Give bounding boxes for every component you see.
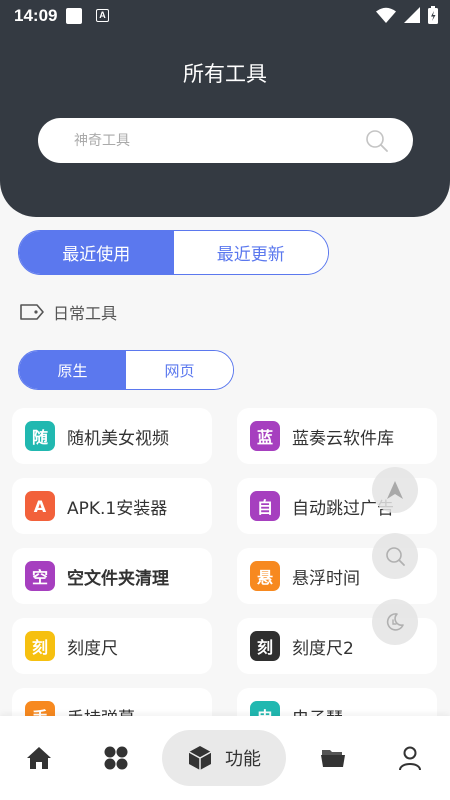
night-mode-float-button[interactable]	[372, 599, 418, 645]
tool-label: 刻度尺	[67, 638, 118, 659]
tool-label: 电子琴	[292, 704, 343, 717]
page-title: 所有工具	[183, 62, 267, 86]
tool-icon: 刻	[250, 631, 280, 661]
tool-icon: 悬	[250, 561, 280, 591]
navigation-icon	[387, 481, 403, 499]
home-icon	[27, 747, 51, 769]
nav-apps[interactable]	[93, 730, 139, 786]
tool-card-lanzou[interactable]: 蓝 蓝奏云软件库	[237, 408, 437, 464]
tool-card-handheld-barrage[interactable]: 手 手持弹幕	[12, 688, 212, 716]
notification-square-icon	[66, 8, 82, 24]
search-icon[interactable]	[365, 129, 389, 153]
section-header: 日常工具	[19, 300, 117, 324]
tool-icon: 自	[250, 491, 280, 521]
tool-card-ruler[interactable]: 刻 刻度尺	[12, 618, 212, 674]
apps-grid-icon	[104, 746, 128, 770]
cube-icon	[188, 746, 212, 770]
nav-files[interactable]	[310, 730, 356, 786]
search-input[interactable]	[74, 118, 354, 163]
bottom-nav: 功能	[0, 716, 450, 800]
tool-icon: 手	[25, 701, 55, 716]
section-title: 日常工具	[53, 304, 118, 323]
tool-icon: 随	[25, 421, 55, 451]
battery-icon	[428, 6, 438, 24]
tool-label: 蓝奏云软件库	[292, 428, 394, 449]
folder-icon	[321, 750, 345, 767]
tool-icon: 电	[250, 701, 280, 716]
nav-active-label: 功能	[225, 749, 261, 770]
search-icon	[386, 547, 405, 566]
search-bar[interactable]	[38, 118, 413, 163]
tab-recently-used[interactable]: 最近使用	[19, 231, 174, 274]
tool-label: 手持弹幕	[67, 704, 135, 717]
nav-profile[interactable]	[387, 730, 433, 786]
tool-icon: A	[25, 491, 55, 521]
tool-icon: 刻	[25, 631, 55, 661]
tool-type-tabs: 原生 网页	[18, 350, 234, 390]
tab-web[interactable]: 网页	[126, 351, 233, 389]
navigation-float-button[interactable]	[372, 467, 418, 513]
nav-home[interactable]	[16, 730, 62, 786]
header: 14:09 A 所有工具	[0, 0, 450, 217]
night-mode-icon	[386, 613, 404, 631]
tool-icon: 空	[25, 561, 55, 591]
user-icon	[399, 746, 421, 771]
signal-icon	[404, 7, 420, 23]
tool-card-apk-installer[interactable]: A APK.1安装器	[12, 478, 212, 534]
tool-icon: 蓝	[250, 421, 280, 451]
tool-label: 刻度尺2	[292, 638, 354, 659]
nav-functions[interactable]: 功能	[162, 730, 286, 786]
tool-card-electronic-piano[interactable]: 电 电子琴	[237, 688, 437, 716]
tool-card-empty-folder-cleaner[interactable]: 空 空文件夹清理	[12, 548, 212, 604]
tool-label: 空文件夹清理	[67, 568, 169, 589]
tool-label: APK.1安装器	[67, 498, 168, 519]
recent-tabs: 最近使用 最近更新	[18, 230, 329, 275]
tool-label: 悬浮时间	[292, 568, 360, 589]
tool-card-random-video[interactable]: 随 随机美女视频	[12, 408, 212, 464]
notification-a-icon: A	[96, 9, 109, 22]
status-bar: 14:09 A	[0, 0, 450, 32]
status-time: 14:09	[14, 6, 58, 25]
tab-recently-updated[interactable]: 最近更新	[173, 231, 328, 274]
tool-label: 随机美女视频	[67, 428, 169, 449]
tag-icon	[20, 304, 44, 320]
wifi-icon	[376, 7, 396, 23]
search-float-button[interactable]	[372, 533, 418, 579]
tab-native[interactable]: 原生	[19, 351, 126, 389]
